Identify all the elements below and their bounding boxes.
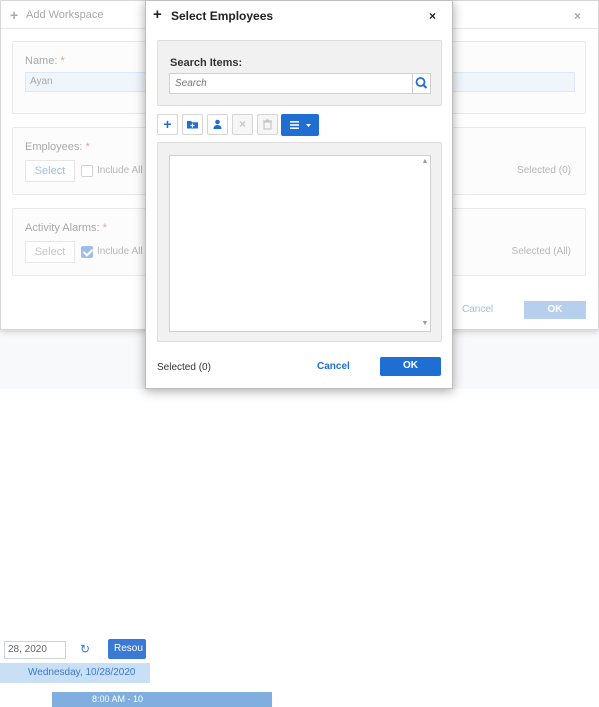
cancel-button[interactable]: Cancel	[317, 361, 350, 372]
employee-list-panel: ▲ ▼	[157, 142, 442, 342]
add-user-button[interactable]	[207, 114, 228, 135]
scroll-up-icon[interactable]: ▲	[420, 158, 430, 168]
scroll-down-icon[interactable]: ▼	[420, 320, 430, 330]
select-employees-modal: + Select Employees × Search Items: +	[145, 0, 453, 389]
add-icon: +	[163, 116, 172, 132]
user-icon	[213, 119, 222, 129]
view-menu-button[interactable]	[281, 114, 319, 136]
ok-button[interactable]: OK	[380, 357, 441, 376]
resource-button[interactable]: Resou	[108, 639, 146, 659]
search-button[interactable]	[412, 73, 431, 94]
search-label: Search Items:	[170, 57, 243, 69]
day-header: Wednesday, 10/28/2020	[0, 663, 150, 683]
selected-count: Selected (0)	[157, 362, 211, 373]
refresh-icon[interactable]: ↻	[80, 642, 94, 656]
delete-button[interactable]	[257, 114, 278, 135]
remove-button[interactable]: ×	[232, 114, 253, 135]
modal-title: Select Employees	[171, 9, 274, 23]
modal-header: + Select Employees ×	[146, 1, 452, 31]
trash-icon	[263, 119, 272, 130]
employee-list[interactable]: ▲ ▼	[169, 155, 431, 332]
remove-icon: ×	[238, 117, 246, 131]
search-panel: Search Items:	[157, 40, 442, 106]
add-folder-icon	[187, 121, 198, 129]
plus-icon: +	[153, 6, 162, 23]
add-button[interactable]: +	[157, 114, 178, 135]
add-folder-button[interactable]	[182, 114, 203, 135]
list-icon	[290, 121, 311, 129]
close-icon[interactable]: ×	[429, 9, 436, 23]
search-icon	[415, 77, 428, 89]
date-input[interactable]: 28, 2020	[4, 641, 66, 659]
time-slot[interactable]: 8:00 AM - 10	[52, 692, 272, 707]
search-input[interactable]	[169, 73, 413, 94]
